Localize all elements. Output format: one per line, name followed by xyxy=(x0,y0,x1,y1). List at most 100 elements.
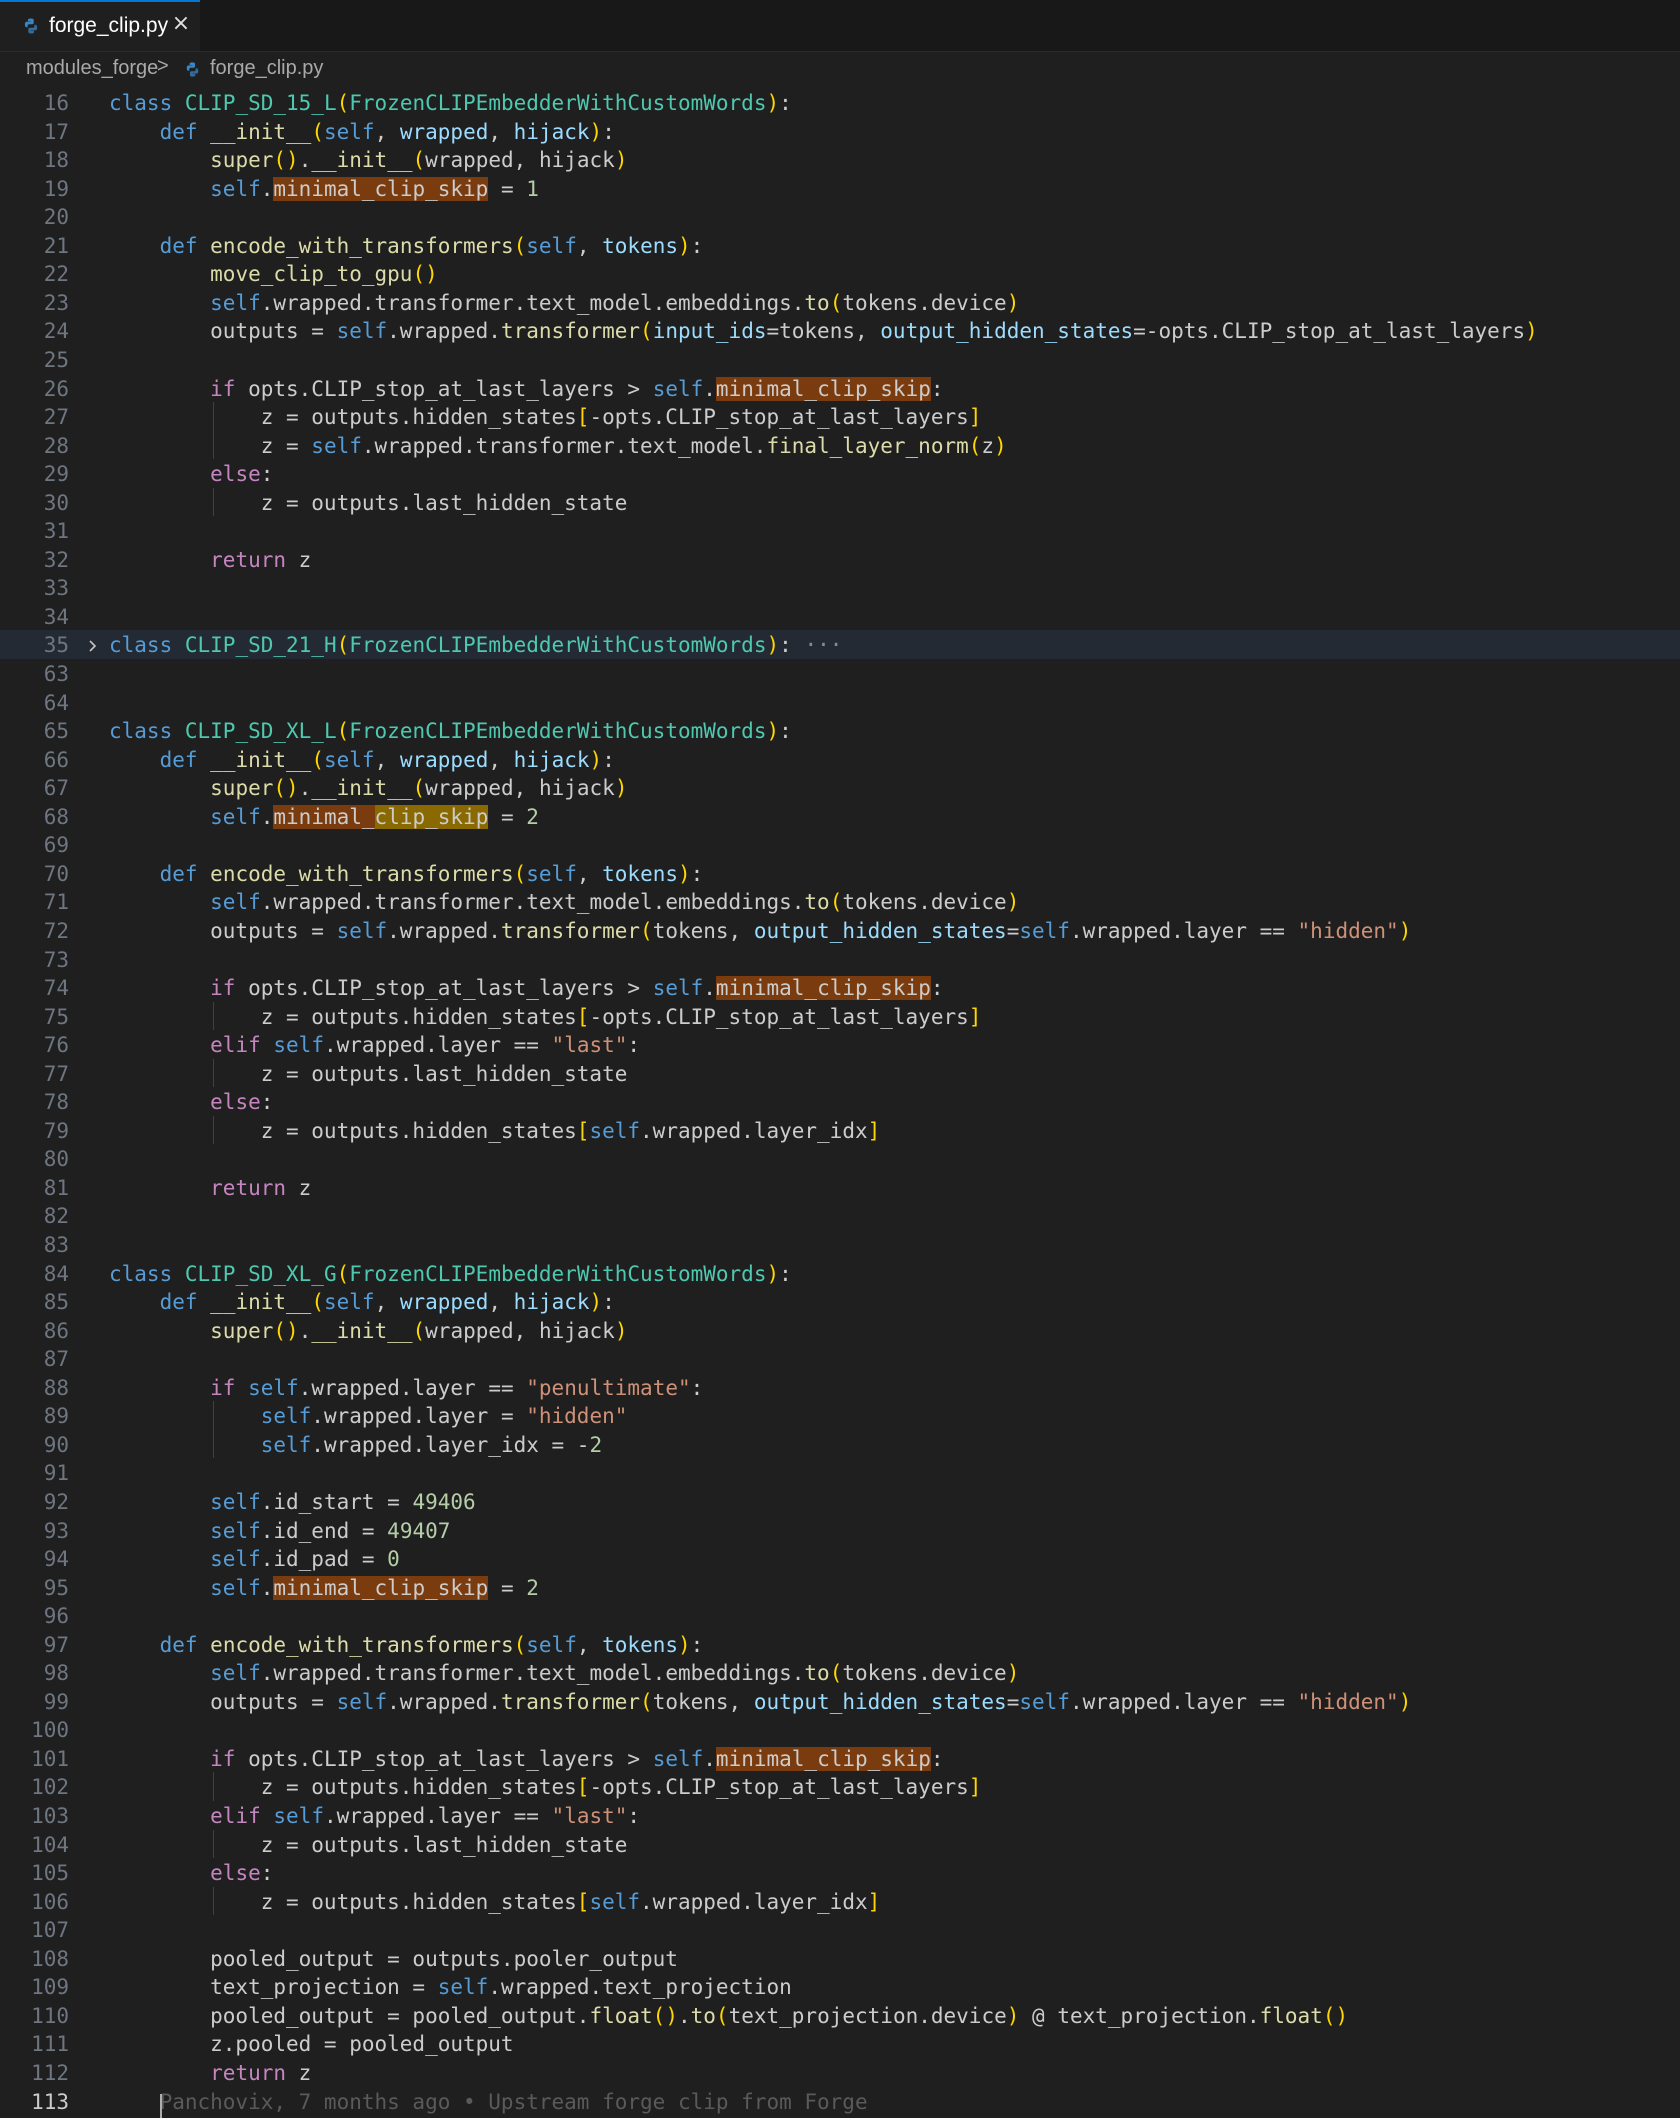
code-line[interactable]: 16 class CLIP_SD_15_L(FrozenCLIPEmbedderW… xyxy=(0,88,1680,117)
code-line[interactable]: 76 elif self.wrapped.layer == "last": xyxy=(0,1030,1680,1059)
code-line[interactable]: 23 self.wrapped.transformer.text_model.e… xyxy=(0,288,1680,317)
code-line[interactable]: 22 move_clip_to_gpu() xyxy=(0,259,1680,288)
code-text: self.id_pad = 0 xyxy=(210,1547,400,1572)
code-line[interactable]: 86 super().__init__(wrapped, hijack) xyxy=(0,1316,1680,1345)
code-line[interactable]: 82 xyxy=(0,1201,1680,1230)
breadcrumb-folder[interactable]: modules_forge xyxy=(26,57,158,80)
code-editor[interactable]: 16 class CLIP_SD_15_L(FrozenCLIPEmbedderW… xyxy=(0,88,1680,2114)
line-number: 25 xyxy=(43,347,69,372)
code-line[interactable]: 104 z = outputs.last_hidden_state xyxy=(0,1830,1680,1859)
code-text: Panchovix, 7 months ago • Upstream forge… xyxy=(109,2089,868,2114)
code-line[interactable]: 72 outputs = self.wrapped.transformer(to… xyxy=(0,916,1680,945)
code-line[interactable]: 18 super().__init__(wrapped, hijack) xyxy=(0,145,1680,174)
code-line[interactable]: 33 xyxy=(0,573,1680,602)
code-text: def encode_with_transformers(self, token… xyxy=(159,233,704,258)
code-line[interactable]: 103 elif self.wrapped.layer == "last": xyxy=(0,1801,1680,1830)
code-line[interactable]: 81 return z xyxy=(0,1173,1680,1202)
code-line[interactable]: 85 def __init__(self, wrapped, hijack): xyxy=(0,1287,1680,1316)
code-line[interactable]: 66 def __init__(self, wrapped, hijack): xyxy=(0,745,1680,774)
code-line[interactable]: 109 text_projection = self.wrapped.text_… xyxy=(0,1972,1680,2001)
code-line[interactable]: 87 xyxy=(0,1344,1680,1373)
code-line[interactable]: 78 else: xyxy=(0,1087,1680,1116)
chevron-right-icon[interactable] xyxy=(84,638,100,654)
code-line[interactable]: 83 xyxy=(0,1230,1680,1259)
code-text: else: xyxy=(210,1090,274,1115)
code-line[interactable]: 111 z.pooled = pooled_output xyxy=(0,2029,1680,2058)
code-line[interactable]: 106 z = outputs.hidden_states[self.wrapp… xyxy=(0,1887,1680,1916)
code-line[interactable]: 96 xyxy=(0,1601,1680,1630)
code-line[interactable]: 113 Panchovix, 7 months ago • Upstream f… xyxy=(0,2087,1680,2116)
code-line[interactable]: 35 class CLIP_SD_21_H(FrozenCLIPEmbedderW… xyxy=(0,630,1680,659)
line-number: 82 xyxy=(43,1204,69,1229)
code-line[interactable]: 95 self.minimal_clip_skip = 2 xyxy=(0,1573,1680,1602)
code-line[interactable]: 94 self.id_pad = 0 xyxy=(0,1544,1680,1573)
line-number: 111 xyxy=(31,2032,69,2057)
code-line[interactable]: 92 self.id_start = 49406 xyxy=(0,1487,1680,1516)
code-line[interactable]: 24 outputs = self.wrapped.transformer(in… xyxy=(0,316,1680,345)
code-line[interactable]: 20 xyxy=(0,202,1680,231)
line-number: 76 xyxy=(43,1033,69,1058)
code-line[interactable]: 21 def encode_with_transformers(self, to… xyxy=(0,231,1680,260)
code-line[interactable]: 28 z = self.wrapped.transformer.text_mod… xyxy=(0,431,1680,460)
code-line[interactable]: 88 if self.wrapped.layer == "penultimate… xyxy=(0,1373,1680,1402)
code-line[interactable]: 74 if opts.CLIP_stop_at_last_layers > se… xyxy=(0,973,1680,1002)
code-line[interactable]: 105 else: xyxy=(0,1858,1680,1887)
code-line[interactable]: 79 z = outputs.hidden_states[self.wrappe… xyxy=(0,1116,1680,1145)
code-line[interactable]: 91 xyxy=(0,1458,1680,1487)
code-line[interactable]: 68 self.minimal_clip_skip = 2 xyxy=(0,802,1680,831)
code-text: z = outputs.hidden_states[self.wrapped.l… xyxy=(109,1118,881,1143)
code-text: super().__init__(wrapped, hijack) xyxy=(210,1318,628,1343)
line-number: 113 xyxy=(31,2089,69,2114)
code-line[interactable]: 65 class CLIP_SD_XL_L(FrozenCLIPEmbedderW… xyxy=(0,716,1680,745)
code-line[interactable]: 84 class CLIP_SD_XL_G(FrozenCLIPEmbedderW… xyxy=(0,1259,1680,1288)
code-line[interactable]: 93 self.id_end = 49407 xyxy=(0,1516,1680,1545)
code-line[interactable]: 110 pooled_output = pooled_output.float(… xyxy=(0,2001,1680,2030)
code-line[interactable]: 89 self.wrapped.layer = "hidden" xyxy=(0,1401,1680,1430)
code-line[interactable]: 67 super().__init__(wrapped, hijack) xyxy=(0,773,1680,802)
close-icon[interactable]: × xyxy=(170,13,192,35)
code-line[interactable]: 26 if opts.CLIP_stop_at_last_layers > se… xyxy=(0,374,1680,403)
code-line[interactable]: 69 xyxy=(0,830,1680,859)
code-line[interactable]: 97 def encode_with_transformers(self, to… xyxy=(0,1630,1680,1659)
code-line[interactable]: 90 self.wrapped.layer_idx = -2 xyxy=(0,1430,1680,1459)
line-number: 79 xyxy=(43,1118,69,1143)
code-line[interactable]: 27 z = outputs.hidden_states[-opts.CLIP_… xyxy=(0,402,1680,431)
code-line[interactable]: 63 xyxy=(0,659,1680,688)
line-number: 30 xyxy=(43,490,69,515)
code-line[interactable]: 75 z = outputs.hidden_states[-opts.CLIP_… xyxy=(0,1002,1680,1031)
code-line[interactable]: 29 else: xyxy=(0,459,1680,488)
line-number: 107 xyxy=(31,1918,69,1943)
code-line[interactable]: 70 def encode_with_transformers(self, to… xyxy=(0,859,1680,888)
code-line[interactable]: 71 self.wrapped.transformer.text_model.e… xyxy=(0,887,1680,916)
tab-forge-clip[interactable]: forge_clip.py × xyxy=(0,0,200,51)
code-line[interactable]: 100 xyxy=(0,1715,1680,1744)
code-line[interactable]: 30 z = outputs.last_hidden_state xyxy=(0,488,1680,517)
code-line[interactable]: 112 return z xyxy=(0,2058,1680,2087)
code-line[interactable]: 25 xyxy=(0,345,1680,374)
line-number: 23 xyxy=(43,290,69,315)
code-line[interactable]: 32 return z xyxy=(0,545,1680,574)
indent-guide xyxy=(213,402,214,460)
code-line[interactable]: 102 z = outputs.hidden_states[-opts.CLIP… xyxy=(0,1772,1680,1801)
code-line[interactable]: 98 self.wrapped.transformer.text_model.e… xyxy=(0,1658,1680,1687)
breadcrumb-file[interactable]: forge_clip.py xyxy=(210,57,323,80)
code-line[interactable]: 77 z = outputs.last_hidden_state xyxy=(0,1059,1680,1088)
line-number: 65 xyxy=(43,719,69,744)
code-text: class CLIP_SD_21_H(FrozenCLIPEmbedderWit… xyxy=(109,633,843,658)
code-line[interactable]: 31 xyxy=(0,516,1680,545)
code-line[interactable]: 34 xyxy=(0,602,1680,631)
code-line[interactable]: 19 self.minimal_clip_skip = 1 xyxy=(0,174,1680,203)
line-number: 31 xyxy=(43,519,69,544)
line-number: 81 xyxy=(43,1175,69,1200)
code-line[interactable]: 99 outputs = self.wrapped.transformer(to… xyxy=(0,1687,1680,1716)
code-line[interactable]: 64 xyxy=(0,688,1680,717)
code-line[interactable]: 108 pooled_output = outputs.pooler_outpu… xyxy=(0,1944,1680,1973)
code-line[interactable]: 80 xyxy=(0,1144,1680,1173)
code-line[interactable]: 107 xyxy=(0,1915,1680,1944)
code-text: if opts.CLIP_stop_at_last_layers > self.… xyxy=(210,376,944,401)
code-text: z = outputs.last_hidden_state xyxy=(109,1832,628,1857)
code-line[interactable]: 73 xyxy=(0,945,1680,974)
code-line[interactable]: 101 if opts.CLIP_stop_at_last_layers > s… xyxy=(0,1744,1680,1773)
text-cursor xyxy=(160,2094,162,2118)
code-line[interactable]: 17 def __init__(self, wrapped, hijack): xyxy=(0,117,1680,146)
